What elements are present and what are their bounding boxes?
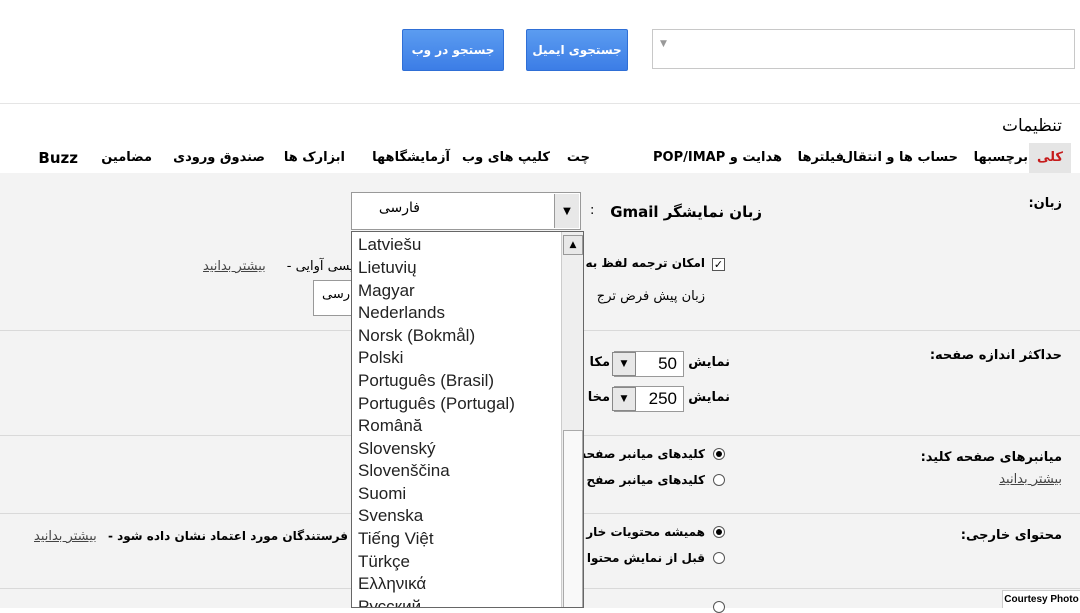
show-label: نمایش: [688, 355, 730, 370]
language-dropdown-list[interactable]: Latviešu Lietuvių Magyar Nederlands Nors…: [351, 231, 584, 608]
tab-filters[interactable]: فیلترها: [798, 143, 844, 173]
chevron-down-icon[interactable]: ▼: [554, 194, 579, 228]
shortcuts-label: میانبرهای صفحه کلید:: [920, 450, 1062, 465]
tab-accounts[interactable]: حساب ها و انتقال: [842, 143, 958, 173]
page-size-label: حداکثر اندازه صفحه:: [929, 348, 1062, 363]
conversations-dropdown-button[interactable]: ▼: [612, 352, 636, 376]
language-option[interactable]: Русский: [358, 597, 421, 607]
next-setting-radio[interactable]: [713, 601, 725, 613]
display-language-select[interactable]: فارسی ▼: [351, 192, 581, 230]
tab-themes[interactable]: مضامین: [101, 143, 152, 173]
courtesy-caption: Courtesy Photo: [1002, 590, 1080, 608]
language-label: زبان:: [1028, 196, 1062, 211]
trusted-senders-text: فرستندگان مورد اعتماد نشان داده شود -: [107, 529, 348, 543]
external-learn-more-link[interactable]: بیشتر بدانید: [34, 529, 97, 544]
contacts-dropdown-button[interactable]: ▼: [612, 387, 636, 411]
tab-general[interactable]: کلی: [1028, 143, 1071, 173]
external-always-label: همیشه محتویات خار: [586, 525, 705, 539]
learn-more-link[interactable]: بیشتر بدانید: [203, 259, 266, 274]
tab-labels[interactable]: برچسبها: [974, 143, 1028, 173]
language-option[interactable]: Latviešu: [358, 235, 421, 255]
language-option[interactable]: Türkçe: [358, 552, 410, 572]
shortcuts-on-radio[interactable]: [713, 448, 725, 460]
tab-inbox[interactable]: صندوق ورودی: [173, 143, 265, 173]
search-dropdown-icon[interactable]: ▼: [660, 39, 667, 49]
language-option[interactable]: Tiếng Việt: [358, 529, 434, 549]
language-option[interactable]: Ελληνικά: [358, 574, 426, 594]
tab-chat[interactable]: چت: [567, 143, 590, 173]
tab-forwarding[interactable]: هدایت و POP/IMAP: [653, 143, 782, 173]
display-language-label: زبان نمایشگر Gmail: [610, 203, 762, 221]
header: ▼ جستجوی ایمیل جستجو در وب: [0, 0, 1080, 104]
scroll-up-icon[interactable]: ▲: [563, 235, 583, 255]
settings-tabs: کلی برچسبها حساب ها و انتقال فیلترها هدا…: [0, 143, 1080, 173]
language-option[interactable]: Suomi: [358, 484, 406, 504]
search-input[interactable]: ▼: [652, 29, 1075, 69]
search-web-button[interactable]: جستجو در وب: [402, 29, 504, 71]
language-option[interactable]: Lietuvių: [358, 258, 417, 278]
tab-gadgets[interactable]: ابزارک ها: [284, 143, 345, 173]
language-option[interactable]: Magyar: [358, 281, 415, 301]
tab-buzz[interactable]: Buzz: [38, 143, 78, 173]
default-transliteration-label: زبان پیش فرض ترج: [596, 289, 705, 304]
tab-labs[interactable]: آزمایشگاهها: [372, 143, 450, 173]
external-content-label: محتوای خارجی:: [960, 528, 1062, 543]
shortcuts-on-label: کلیدهای میانبر صفحه: [579, 447, 705, 461]
language-option[interactable]: Română: [358, 416, 422, 436]
page-title: تنظیمات: [1002, 116, 1062, 136]
contacts-suffix: مخا: [587, 390, 610, 405]
default-transliteration-select[interactable]: رسی: [313, 280, 353, 316]
language-option[interactable]: Slovenščina: [358, 461, 450, 481]
language-option[interactable]: Svenska: [358, 506, 423, 526]
external-ask-radio[interactable]: [713, 552, 725, 564]
language-option[interactable]: Slovenský: [358, 439, 435, 459]
conversations-suffix: مکا: [589, 355, 611, 370]
shortcuts-off-label: کلیدهای میانبر صفح: [586, 473, 705, 487]
language-option[interactable]: Nederlands: [358, 303, 445, 323]
search-mail-button[interactable]: جستجوی ایمیل: [526, 29, 628, 71]
language-option[interactable]: Norsk (Bokmål): [358, 326, 475, 346]
external-always-radio[interactable]: [713, 526, 725, 538]
language-option[interactable]: Polski: [358, 348, 403, 368]
tab-web-clips[interactable]: کلیپ های وب: [462, 143, 550, 173]
transliteration-checkbox[interactable]: ✓: [712, 258, 725, 271]
transliteration-suffix: لیسی آوایی -: [286, 259, 358, 274]
scroll-thumb[interactable]: [563, 430, 583, 607]
language-option[interactable]: Português (Brasil): [358, 371, 494, 391]
external-ask-label: قبل از نمایش محتوا: [586, 551, 705, 565]
language-list-scrollbar[interactable]: ▲: [561, 232, 583, 607]
shortcuts-off-radio[interactable]: [713, 474, 725, 486]
language-option[interactable]: Português (Portugal): [358, 394, 515, 414]
shortcuts-learn-more-link[interactable]: بیشتر بدانید: [999, 472, 1062, 487]
transliteration-label: امکان ترجمه لفظ به: [585, 256, 705, 270]
show-label-2: نمایش: [688, 390, 730, 405]
language-colon: :: [590, 203, 595, 218]
